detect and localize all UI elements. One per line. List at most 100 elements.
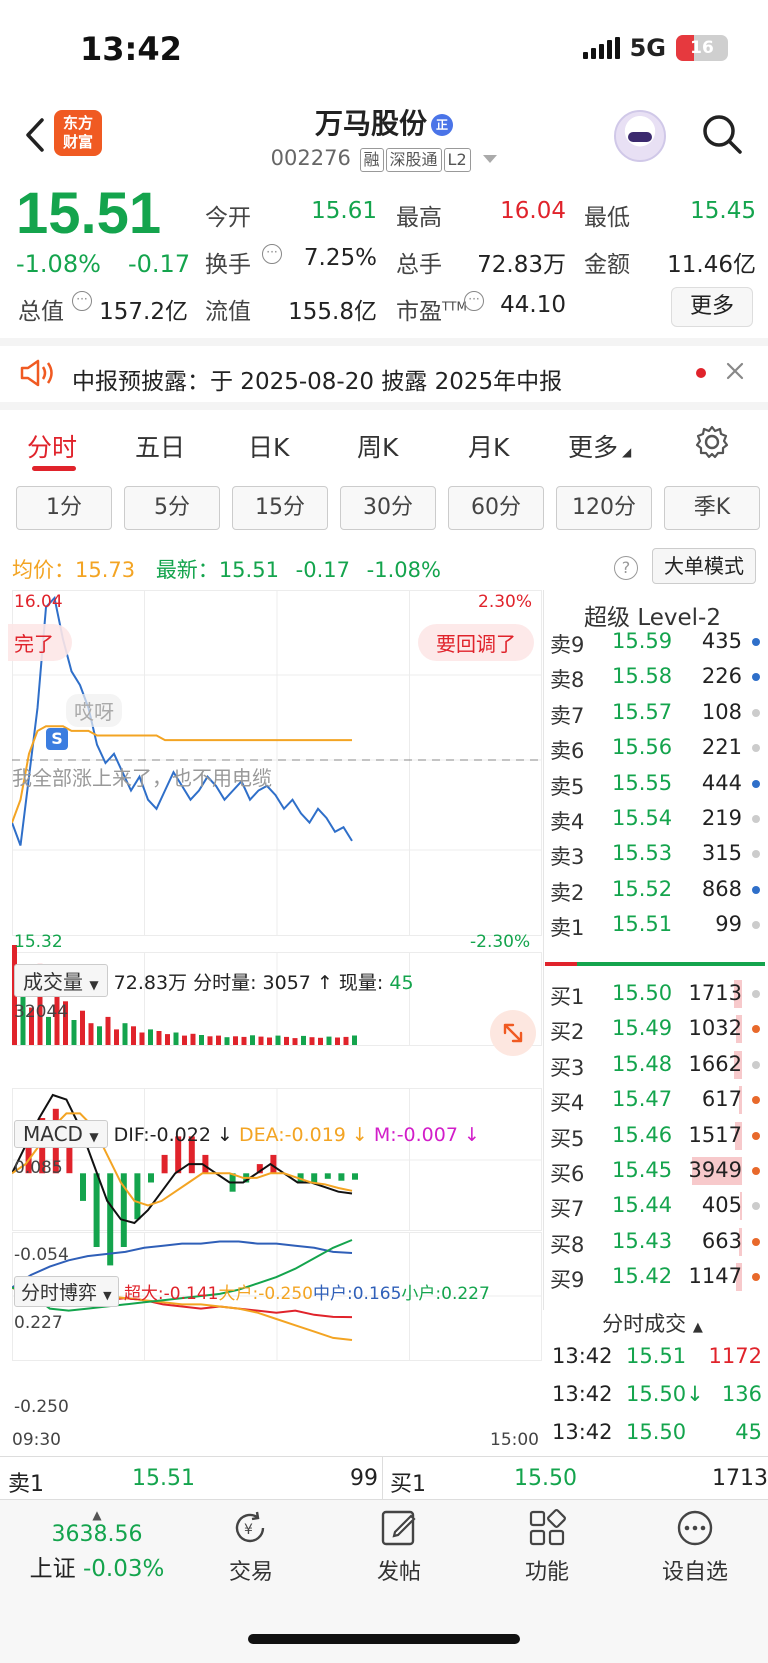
ask-row[interactable]: 卖9 15.59 435 [550,624,762,659]
ask-row[interactable]: 卖6 15.56 221 [550,730,762,765]
ask-row[interactable]: 卖7 15.57 108 [550,695,762,730]
nav-watchlist[interactable]: 设自选 [640,1508,750,1586]
index-widget[interactable]: ▲ 3638.56 上证 -0.03% [22,1508,172,1583]
ask-dot [752,921,760,930]
nav-trade[interactable]: ¥ 交易 [196,1508,306,1586]
bid-row[interactable]: 买7 15.44 405 [550,1188,762,1223]
close-icon[interactable] [724,360,746,386]
tag-margin: 融 [359,148,384,172]
tab-weekly-k[interactable]: 周K [357,428,398,464]
tick-time: 13:42 [552,1420,613,1444]
bid-row[interactable]: 买1 15.50 1713 [550,976,762,1011]
tab-intraday[interactable]: 分时 [27,428,77,464]
bid-volume: 1032 [688,1016,742,1041]
volume-bar [71,1020,77,1045]
volume-bar [182,1035,187,1045]
pct-axis-low: -2.30% [470,932,531,952]
ask-row[interactable]: 卖1 15.51 99 [550,907,762,942]
bid-row[interactable]: 买9 15.42 1147 [550,1259,762,1294]
tab-more[interactable]: 更多 ◢ [568,428,631,464]
macd-selector[interactable]: MACD ▼ [14,1120,108,1148]
nav-post[interactable]: 发帖 [344,1508,454,1586]
ask-price: 15.54 [612,806,673,830]
info-icon[interactable]: ··· [262,244,282,264]
period-quarter-k[interactable]: 季K [664,486,760,530]
bid-volume: 3949 [688,1158,742,1182]
tab-five-day[interactable]: 五日 [135,428,185,464]
comment-bubble-left[interactable]: 完了 [8,624,72,661]
dea-value: DEA:-0.019 [238,1124,346,1146]
period-30min[interactable]: 30分 [340,486,436,530]
tick-time: 13:42 [552,1344,613,1368]
bid-price: 15.48 [612,1051,673,1076]
volume-bar [309,1037,315,1045]
ask-row[interactable]: 卖3 15.53 315 [550,836,762,871]
period-120min[interactable]: 120分 [556,486,652,530]
ask-dot [752,673,760,682]
macd-bar [93,1173,100,1247]
period-60min[interactable]: 60分 [448,486,544,530]
tab-daily-k[interactable]: 日K [248,428,289,464]
volume-label: 总手 [396,252,442,278]
ask-row[interactable]: 卖5 15.55 444 [550,766,762,801]
bid-dot [752,1167,760,1175]
volume-bar [207,1036,213,1045]
volume-bar [105,1016,111,1045]
more-button[interactable]: 更多 [671,287,753,327]
tick-list-title[interactable]: 分时成交 ▲ [545,1308,760,1338]
settings-gear-icon[interactable] [694,424,730,464]
volume-bar [301,1035,306,1045]
period-1min[interactable]: 1分 [16,486,112,530]
ask-dot [752,885,760,894]
volume-bar [267,1037,272,1045]
volume-bar [326,1036,332,1045]
info-icon[interactable]: ··· [72,291,92,311]
bid-label: 买9 [550,1268,585,1293]
bid-row[interactable]: 买2 15.49 1032 [550,1011,762,1046]
volume-bar [335,1037,340,1045]
tag-connect: 深股通 [385,148,442,172]
tick-volume: 136 [721,1382,762,1406]
period-15min[interactable]: 15分 [232,486,328,530]
volume-header: 成交量 ▼ 72.83万 分时量: 3057 ↑ 现量: 45 [14,964,414,997]
expand-icon[interactable] [490,1010,536,1056]
game-axis-max: 0.227 [14,1313,63,1333]
bid-price: 15.45 [612,1158,673,1182]
notice-text[interactable]: 中报预披露：于 2025-08-20 披露 2025年中报 [72,362,562,396]
bid-row[interactable]: 买6 15.45 3949 [550,1153,762,1188]
nav-functions[interactable]: 功能 [492,1508,602,1586]
ask-row[interactable]: 卖2 15.52 868 [550,872,762,907]
tick-volume: 45 [735,1420,762,1444]
ask-volume: 444 [701,770,742,795]
volume-bar [292,1038,298,1045]
volume-bar [233,1036,238,1045]
bid-row[interactable]: 买4 15.47 617 [550,1082,762,1117]
bid-row[interactable]: 买3 15.48 1662 [550,1047,762,1082]
ask-volume: 315 [701,841,742,866]
bid-row[interactable]: 买5 15.46 1517 [550,1118,762,1153]
trade-icon: ¥ [235,1511,265,1543]
comment-bubble-right[interactable]: 要回调了 [418,624,534,661]
home-indicator [248,1634,520,1644]
ask-row[interactable]: 卖8 15.58 226 [550,659,762,694]
volume-selector[interactable]: 成交量 ▼ [14,964,108,997]
time-axis-end: 15:00 [490,1430,539,1450]
strip-buy-volume: 1713 [712,1466,768,1491]
bid-row[interactable]: 买8 15.43 663 [550,1224,762,1259]
big-order-mode-button[interactable]: 大单模式 [652,548,756,584]
help-icon[interactable]: ? [614,556,638,580]
assistant-avatar-icon[interactable] [614,110,666,162]
tab-monthly-k[interactable]: 月K [468,428,509,464]
open-value: 15.61 [311,198,377,224]
ask-label: 卖9 [550,633,585,657]
period-5min[interactable]: 5分 [124,486,220,530]
dropdown-icon[interactable] [483,155,498,163]
game-selector[interactable]: 分时博弈 ▼ [14,1276,119,1307]
sell-marker[interactable]: S [46,728,68,750]
open-label: 今开 [205,205,251,231]
ask-price: 15.52 [612,876,673,901]
search-icon[interactable] [700,112,744,156]
ask-price: 15.57 [612,699,673,724]
macd-bar [80,1173,86,1201]
ask-row[interactable]: 卖4 15.54 219 [550,801,762,836]
